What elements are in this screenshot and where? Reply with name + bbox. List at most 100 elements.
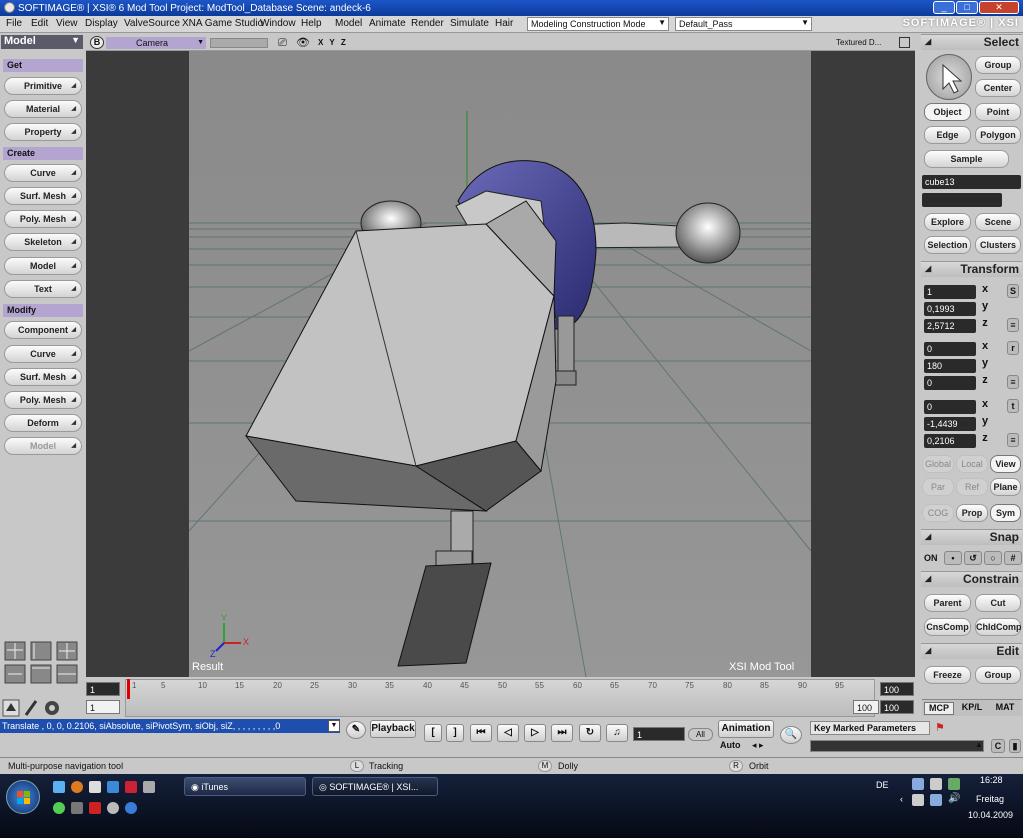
volume-icon[interactable]: 🔊 bbox=[948, 793, 960, 804]
object-select-button[interactable]: Object bbox=[924, 103, 971, 121]
display-mode-select[interactable]: Textured D... bbox=[836, 38, 881, 47]
menu-xna-game-studio[interactable]: XNA Game Studio bbox=[182, 18, 263, 29]
sample-select-button[interactable]: Sample bbox=[924, 150, 1009, 168]
playback-button[interactable]: Playback bbox=[370, 720, 416, 738]
property-button[interactable]: Property ◢ bbox=[4, 123, 82, 141]
modify-model-button[interactable]: Model ◢ bbox=[4, 437, 82, 455]
rotate-x-field[interactable]: 0 bbox=[924, 342, 976, 356]
audio-icon[interactable]: ♫ bbox=[606, 724, 628, 742]
snap-grid-icon[interactable]: # bbox=[1004, 551, 1022, 565]
quicklaunch-icon[interactable] bbox=[143, 781, 155, 793]
copy-icon[interactable]: C bbox=[991, 739, 1005, 753]
chevron-down-icon[interactable]: ▼ bbox=[328, 720, 340, 732]
script-editor-icon[interactable]: ✎ bbox=[346, 721, 366, 739]
menu-render[interactable]: Render bbox=[411, 18, 444, 29]
polygon-select-button[interactable]: Polygon bbox=[975, 126, 1021, 144]
keying-set-field[interactable] bbox=[810, 740, 984, 752]
quicklaunch-icon[interactable] bbox=[125, 802, 137, 814]
modify-surf-mesh-button[interactable]: Surf. Mesh ◢ bbox=[4, 368, 82, 386]
view-button[interactable]: View bbox=[990, 455, 1021, 473]
rotate-z-field[interactable]: 0 bbox=[924, 376, 976, 390]
translate-button[interactable]: t bbox=[1007, 399, 1019, 413]
group-select-button[interactable]: Group bbox=[975, 56, 1021, 74]
play-backward-icon[interactable]: ◁ bbox=[497, 724, 519, 742]
loop-icon[interactable]: ↻ bbox=[579, 724, 601, 742]
render-pass-select[interactable]: Default_Pass ▼ bbox=[675, 17, 812, 31]
ie-icon[interactable] bbox=[107, 781, 119, 793]
maximize-button[interactable]: □ bbox=[956, 1, 978, 14]
prop-button[interactable]: Prop bbox=[956, 504, 988, 522]
tab-mat[interactable]: MAT bbox=[990, 702, 1020, 715]
modify-deform-button[interactable]: Deform ◢ bbox=[4, 414, 82, 432]
select-arrow-button[interactable] bbox=[926, 54, 972, 100]
menu-file[interactable]: File bbox=[6, 18, 22, 29]
tray-icon[interactable] bbox=[930, 778, 942, 790]
parent-button[interactable]: Parent bbox=[924, 594, 971, 612]
selection-name-field[interactable]: cube13 bbox=[922, 175, 1021, 189]
snap-point-icon[interactable]: • bbox=[944, 551, 962, 565]
more-icon[interactable]: ▮ bbox=[1009, 739, 1021, 753]
translate-lock-icon[interactable]: ≡ bbox=[1007, 433, 1019, 447]
playhead[interactable] bbox=[127, 679, 130, 699]
language-indicator[interactable]: DE bbox=[876, 780, 889, 790]
last-frame-icon[interactable]: ] bbox=[446, 724, 464, 742]
key-marked-parameters-button[interactable]: Key Marked Parameters bbox=[810, 721, 930, 735]
camera-icon[interactable]: ⎚ bbox=[278, 37, 287, 50]
quicklaunch-icon[interactable] bbox=[107, 802, 119, 814]
snap-curve-icon[interactable]: ↺ bbox=[964, 551, 982, 565]
menu-simulate[interactable]: Simulate bbox=[450, 18, 489, 29]
key-nav-icon[interactable]: ◂ ▸ bbox=[752, 740, 764, 751]
menu-animate[interactable]: Animate bbox=[369, 18, 406, 29]
tab-kpl[interactable]: KP/L bbox=[957, 702, 987, 715]
viewport-history-buttons[interactable] bbox=[210, 38, 268, 48]
tray-icon[interactable] bbox=[912, 778, 924, 790]
translate-z-field[interactable]: 0,2106 bbox=[924, 434, 976, 448]
scene-button[interactable]: Scene bbox=[975, 213, 1021, 231]
scale-button[interactable]: S bbox=[1007, 284, 1019, 298]
tool-icons[interactable] bbox=[2, 699, 64, 717]
timeline-end-bottom-field[interactable]: 100 bbox=[880, 700, 914, 714]
clock-time[interactable]: 16:28 bbox=[980, 775, 1003, 785]
create-poly-mesh-button[interactable]: Poly. Mesh ◢ bbox=[4, 210, 82, 228]
scale-z-field[interactable]: 2,5712 bbox=[924, 319, 976, 333]
snap-on-button[interactable]: ON bbox=[924, 551, 942, 565]
snap-surface-icon[interactable]: ○ bbox=[984, 551, 1002, 565]
desktop-icon[interactable] bbox=[53, 781, 65, 793]
create-curve-button[interactable]: Curve ◢ bbox=[4, 164, 82, 182]
primitive-button[interactable]: Primitive ◢ bbox=[4, 77, 82, 95]
menu-display[interactable]: Display bbox=[85, 18, 118, 29]
cut-button[interactable]: Cut bbox=[975, 594, 1021, 612]
chldcomp-button[interactable]: ChldComp bbox=[975, 618, 1022, 636]
scale-x-field[interactable]: 1 bbox=[924, 285, 976, 299]
menu-hair[interactable]: Hair bbox=[495, 18, 513, 29]
key-icon[interactable]: 🔍 bbox=[780, 726, 802, 744]
edge-select-button[interactable]: Edge bbox=[924, 126, 971, 144]
global-button[interactable]: Global bbox=[922, 455, 954, 473]
create-skeleton-button[interactable]: Skeleton ◢ bbox=[4, 233, 82, 251]
taskbar-item-softimage[interactable]: ◎ SOFTIMAGE® | XSI... bbox=[312, 777, 438, 796]
sym-button[interactable]: Sym bbox=[990, 504, 1021, 522]
rotate-button[interactable]: r bbox=[1007, 341, 1019, 355]
modify-curve-button[interactable]: Curve ◢ bbox=[4, 345, 82, 363]
first-frame-icon[interactable]: [ bbox=[424, 724, 442, 742]
tray-icon[interactable] bbox=[930, 794, 942, 806]
tray-icon[interactable] bbox=[948, 778, 960, 790]
rotate-lock-icon[interactable]: ≡ bbox=[1007, 375, 1019, 389]
rotate-y-field[interactable]: 180 bbox=[924, 359, 976, 373]
playback-frame-field[interactable]: 1 bbox=[633, 727, 685, 741]
transform-header[interactable]: ◢ Transform bbox=[921, 261, 1022, 277]
command-line-input[interactable]: Translate , 0, 0, 0.2106, siAbsolute, si… bbox=[0, 719, 340, 733]
constrain-header[interactable]: ◢ Constrain bbox=[921, 571, 1022, 587]
auto-key-button[interactable]: Auto bbox=[720, 740, 741, 750]
menu-model[interactable]: Model bbox=[335, 18, 362, 29]
minimize-button[interactable]: _ bbox=[933, 1, 955, 14]
timeline-end-field[interactable]: 100 bbox=[880, 682, 914, 696]
timeline-start-field[interactable]: 1 bbox=[86, 682, 120, 696]
taskbar-item-itunes[interactable]: ◉ iTunes bbox=[184, 777, 306, 796]
cnscomp-button[interactable]: CnsComp bbox=[924, 618, 971, 636]
edit-group-button[interactable]: Group bbox=[975, 666, 1021, 684]
scale-lock-icon[interactable]: ≡ bbox=[1007, 318, 1019, 332]
translate-y-field[interactable]: -1,4439 bbox=[924, 417, 976, 431]
chevron-up-icon[interactable]: ▲ bbox=[975, 740, 983, 749]
quicklaunch-icon[interactable] bbox=[71, 802, 83, 814]
